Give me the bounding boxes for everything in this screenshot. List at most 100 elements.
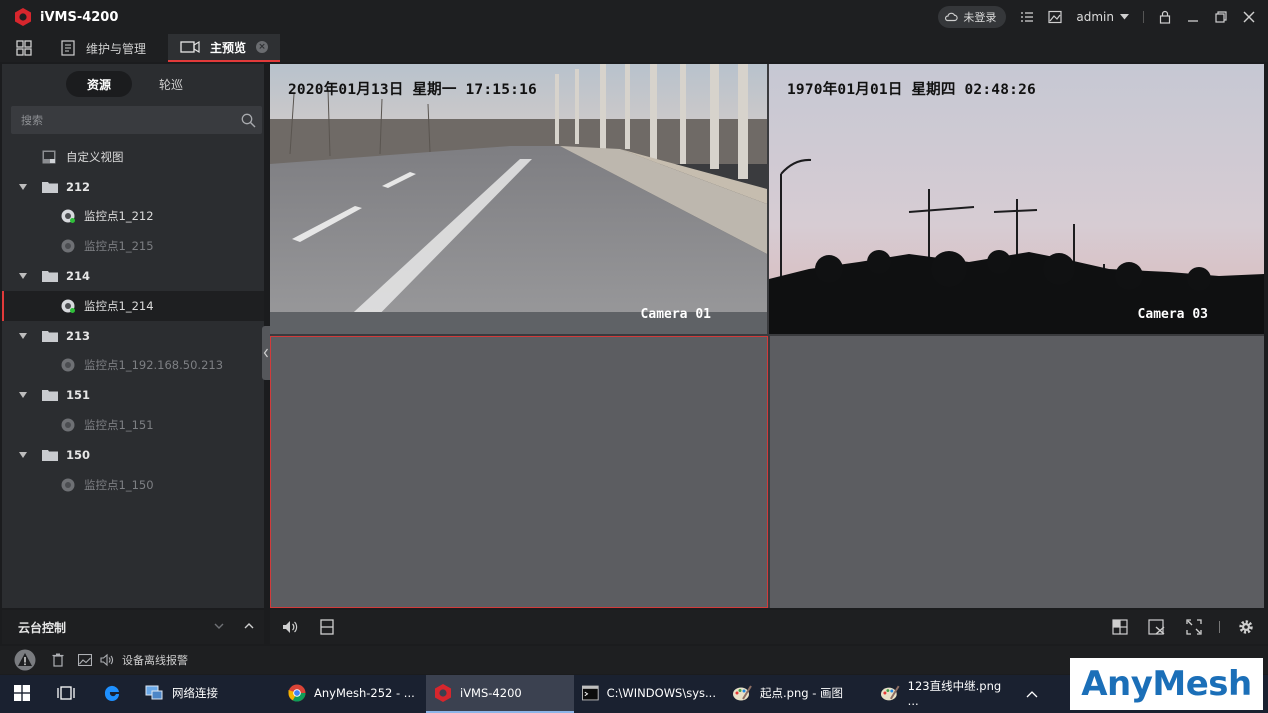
chevron-down-icon[interactable] (214, 623, 224, 630)
tree-group-214[interactable]: 214 (2, 261, 264, 291)
search-input[interactable]: 搜索 (11, 106, 262, 134)
windows-logo-icon (14, 685, 30, 701)
alarm-status-text: 设备离线报警 (122, 654, 188, 667)
tree-group-150[interactable]: 150 (2, 440, 264, 470)
tree-camera-151[interactable]: 监控点1_151 (2, 410, 264, 440)
taskbar-label: C:\WINDOWS\sys... (606, 686, 716, 700)
tray-chevron-up-icon[interactable] (1026, 690, 1038, 698)
tree-camera-150[interactable]: 监控点1_150 (2, 470, 264, 500)
tree-camera-215[interactable]: 监控点1_215 (2, 231, 264, 261)
user-menu[interactable]: admin (1076, 10, 1129, 24)
tree-group-213[interactable]: 213 (2, 321, 264, 351)
tree-group-212[interactable]: 212 (2, 172, 264, 202)
group-label: 212 (66, 179, 91, 194)
ptz-label: 云台控制 (18, 620, 67, 635)
folder-icon (42, 390, 58, 402)
list-icon[interactable] (1020, 10, 1034, 24)
video-pane-2[interactable]: 1970年01月01日 星期四 02:48:26 Camera 03 (769, 64, 1264, 334)
fullscreen-icon[interactable] (1186, 619, 1202, 635)
restore-icon[interactable] (1214, 10, 1228, 24)
home-grid-button[interactable] (0, 34, 48, 62)
chrome-icon (288, 684, 306, 702)
tree-item-custom-view[interactable]: 自定义视图 (2, 142, 264, 172)
segment-resources[interactable]: 资源 (66, 71, 132, 97)
caret-down-icon[interactable] (19, 183, 27, 190)
tab-close-icon[interactable]: × (256, 41, 269, 53)
title-separator (1143, 11, 1144, 23)
tree-camera-214[interactable]: 监控点1_214 (2, 290, 264, 321)
sidebar-collapse-handle[interactable] (262, 326, 270, 380)
taskbar-paint-2[interactable]: 123直线中继.png ... (872, 675, 1022, 713)
caret-down-icon[interactable] (19, 273, 27, 280)
segment-patrol[interactable]: 轮巡 (138, 71, 204, 97)
lock-icon[interactable] (1158, 10, 1172, 24)
resource-tree: 自定义视图 212 监控点1_212 监控点1_215 214 监控点1_214… (2, 142, 264, 500)
cloud-icon (945, 12, 959, 22)
caret-down-icon[interactable] (19, 332, 27, 339)
group-label: 151 (66, 388, 91, 403)
caret-down-icon[interactable] (19, 451, 27, 458)
record-icon[interactable] (320, 619, 334, 635)
tree-camera-213[interactable]: 监控点1_192.168.50.213 (2, 351, 264, 381)
custom-view-icon (42, 150, 56, 164)
taskbar-label: 网络连接 (172, 686, 218, 700)
layout-icon[interactable] (1112, 619, 1128, 635)
close-icon[interactable] (1242, 10, 1256, 24)
start-button[interactable] (0, 675, 44, 713)
user-name: admin (1076, 10, 1114, 24)
video-pane-4[interactable] (770, 336, 1264, 608)
search-icon[interactable] (241, 113, 256, 128)
camera-label: 监控点1_212 (84, 209, 154, 224)
folder-icon (42, 271, 58, 283)
volume-icon[interactable] (282, 619, 298, 635)
tree-group-151[interactable]: 151 (2, 380, 264, 410)
osd-camera-name: Camera 03 (1137, 307, 1208, 322)
osd-timestamp: 1970年01月01日 星期四 02:48:26 (787, 82, 1036, 98)
warning-icon[interactable] (14, 649, 36, 671)
tab-label: 维护与管理 (86, 41, 147, 56)
camera-label: 监控点1_192.168.50.213 (84, 358, 224, 373)
caret-down-icon[interactable] (19, 392, 27, 399)
tab-main-preview[interactable]: 主预览 × (168, 34, 281, 62)
taskbar-ivms[interactable]: iVMS-4200 (426, 675, 574, 713)
picture-icon[interactable] (1048, 10, 1062, 24)
taskbar-cmd[interactable]: C:\WINDOWS\sys... (574, 675, 724, 713)
video-pane-1[interactable]: 2020年01月13日 星期一 17:15:16 Camera 01 (270, 64, 767, 334)
minimize-icon[interactable] (1186, 10, 1200, 24)
edge-browser-icon (104, 685, 119, 701)
osd-timestamp: 2020年01月13日 星期一 17:15:16 (288, 82, 537, 98)
paint-icon (733, 685, 752, 701)
edge-button[interactable] (88, 675, 136, 713)
task-view-button[interactable] (44, 675, 88, 713)
tab-maintenance[interactable]: 维护与管理 (48, 34, 158, 62)
camera-offline-icon (61, 239, 75, 253)
taskbar-label: iVMS-4200 (460, 686, 522, 700)
paint-icon (880, 685, 900, 701)
video-pane-3[interactable] (270, 336, 768, 608)
taskbar-chrome[interactable]: AnyMesh-252 - ... (280, 675, 426, 713)
login-button[interactable]: 未登录 (938, 6, 1007, 28)
video-grid: 2020年01月13日 星期一 17:15:16 Camera 01 1970年… (270, 64, 1264, 608)
settings-gear-icon[interactable] (1238, 619, 1254, 635)
folder-icon (42, 330, 58, 342)
video-toolbar (270, 610, 1268, 644)
chevron-left-icon (263, 348, 268, 358)
chevron-up-icon[interactable] (244, 622, 254, 629)
taskbar-paint-1[interactable]: 起点.png - 画图 (724, 675, 872, 713)
trash-icon[interactable] (52, 653, 64, 667)
tree-camera-212[interactable]: 监控点1_212 (2, 202, 264, 232)
osd-camera-name: Camera 01 (640, 307, 711, 322)
ptz-control-panel[interactable]: 云台控制 (2, 610, 264, 644)
command-prompt-icon (582, 685, 599, 701)
taskbar-network[interactable]: 网络连接 (136, 675, 280, 713)
search-placeholder: 搜索 (21, 114, 43, 127)
close-all-icon[interactable] (1148, 619, 1166, 635)
watermark-text: AnyMesh (1081, 664, 1252, 704)
network-connections-icon (145, 685, 163, 700)
camera-offline-icon (61, 478, 75, 492)
speaker-icon[interactable] (100, 653, 114, 667)
folder-icon (42, 449, 58, 461)
tab-bar: 维护与管理 主预览 × (0, 34, 1268, 62)
resource-sidebar: 资源 轮巡 搜索 自定义视图 212 监控点1_212 监控点1_215 214… (2, 64, 264, 608)
image-icon[interactable] (78, 654, 92, 666)
